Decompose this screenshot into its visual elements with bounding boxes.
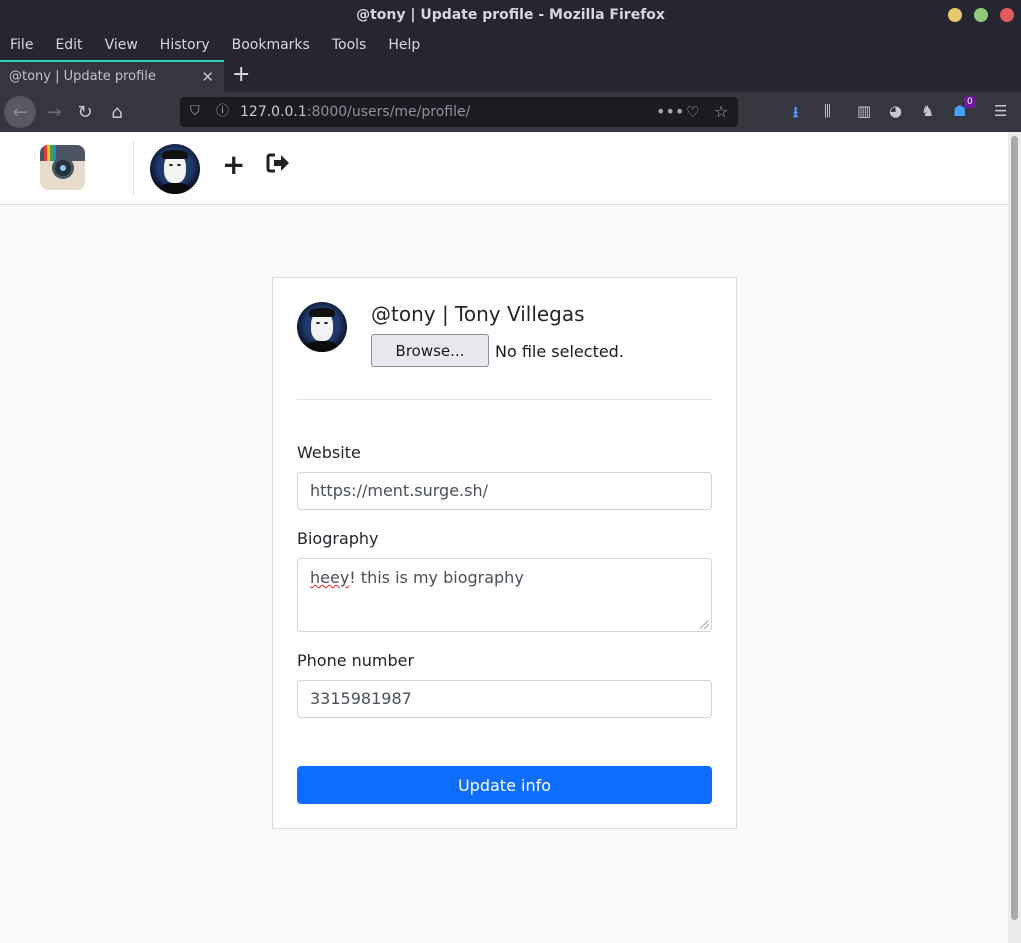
website-input[interactable]: https://ment.surge.sh/ bbox=[297, 472, 712, 510]
menu-tools[interactable]: Tools bbox=[332, 37, 367, 53]
logout-icon[interactable] bbox=[266, 152, 290, 174]
tab-strip: @tony | Update profile ✕ + bbox=[0, 60, 1021, 92]
vertical-scrollbar[interactable] bbox=[1008, 132, 1021, 943]
biography-text: ! this is my biography bbox=[349, 568, 524, 587]
notification-badge: 0 bbox=[964, 96, 976, 108]
profile-avatar bbox=[297, 302, 347, 352]
tab-close-icon[interactable]: ✕ bbox=[201, 62, 214, 92]
menu-bar: File Edit View History Bookmarks Tools H… bbox=[0, 30, 1021, 60]
update-info-button[interactable]: Update info bbox=[297, 766, 712, 804]
phone-input[interactable]: 3315981987 bbox=[297, 680, 712, 718]
site-header: + bbox=[0, 132, 1008, 205]
hamburger-menu-icon[interactable]: ☰ bbox=[994, 102, 1007, 120]
url-host: 127.0.0.1 bbox=[240, 104, 307, 120]
page-actions-icon[interactable]: ••• bbox=[656, 97, 684, 127]
window-title: @tony | Update profile - Mozilla Firefox bbox=[356, 7, 665, 23]
maximize-button[interactable] bbox=[974, 8, 988, 22]
reload-icon[interactable]: ↻ bbox=[69, 96, 101, 128]
profile-form-card: @tony | Tony Villegas Browse... No file … bbox=[272, 277, 737, 829]
close-window-button[interactable] bbox=[1000, 8, 1014, 22]
profile-title: @tony | Tony Villegas bbox=[371, 302, 585, 326]
section-divider bbox=[297, 399, 712, 400]
scrollbar-thumb[interactable] bbox=[1011, 136, 1018, 920]
menu-view[interactable]: View bbox=[105, 37, 138, 53]
library-icon[interactable]: ⫼ bbox=[824, 102, 831, 120]
browse-file-button[interactable]: Browse... bbox=[371, 334, 489, 367]
downloads-icon[interactable]: ⭳ bbox=[793, 102, 798, 127]
bookmark-star-icon[interactable]: ☆ bbox=[714, 97, 728, 127]
page-viewport: + @tony | Tony Villegas Browse... No fil… bbox=[0, 132, 1008, 943]
nav-toolbar: ← → ↻ ⌂ ⛉ ⓘ 127.0.0.1:8000/users/me/prof… bbox=[0, 92, 1021, 132]
header-divider bbox=[133, 140, 134, 196]
extension-avatar-icon[interactable]: ◕ bbox=[889, 102, 902, 120]
camera-logo-icon[interactable] bbox=[40, 145, 85, 190]
forward-icon[interactable]: → bbox=[38, 96, 70, 128]
site-info-icon[interactable]: ⓘ bbox=[216, 97, 229, 127]
pocket-icon[interactable]: ♡ bbox=[686, 97, 699, 127]
file-status: No file selected. bbox=[495, 342, 624, 361]
url-path: :8000/users/me/profile/ bbox=[306, 104, 471, 120]
tracking-shield-icon[interactable]: ⛉ bbox=[190, 97, 200, 127]
resize-handle-icon[interactable] bbox=[700, 620, 709, 629]
menu-file[interactable]: File bbox=[10, 37, 33, 53]
website-label: Website bbox=[297, 443, 361, 462]
sidebar-icon[interactable]: ▥ bbox=[857, 102, 871, 120]
menu-edit[interactable]: Edit bbox=[55, 37, 82, 53]
phone-label: Phone number bbox=[297, 651, 415, 670]
biography-label: Biography bbox=[297, 529, 379, 548]
back-icon[interactable]: ← bbox=[4, 96, 36, 128]
new-tab-icon[interactable]: + bbox=[232, 60, 250, 90]
menu-history[interactable]: History bbox=[160, 37, 210, 53]
add-post-icon[interactable]: + bbox=[222, 148, 245, 181]
biography-textarea[interactable]: heey! this is my biography bbox=[297, 558, 712, 632]
misspelled-word: heey bbox=[310, 568, 350, 587]
minimize-button[interactable] bbox=[948, 8, 962, 22]
menu-bookmarks[interactable]: Bookmarks bbox=[232, 37, 310, 53]
tab-title: @tony | Update profile bbox=[9, 69, 156, 84]
url-bar[interactable]: ⛉ ⓘ 127.0.0.1:8000/users/me/profile/ •••… bbox=[180, 97, 738, 127]
extension-gnome-icon[interactable]: ♞ bbox=[921, 102, 934, 120]
user-avatar-link[interactable] bbox=[150, 144, 200, 194]
tab-update-profile[interactable]: @tony | Update profile ✕ bbox=[0, 60, 224, 92]
home-icon[interactable]: ⌂ bbox=[101, 96, 133, 128]
window-titlebar: @tony | Update profile - Mozilla Firefox bbox=[0, 0, 1021, 30]
menu-help[interactable]: Help bbox=[388, 37, 420, 53]
